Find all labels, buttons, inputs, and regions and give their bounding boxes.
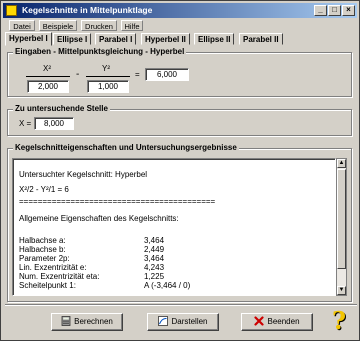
result-value: 3,464 [144,254,165,263]
stelle-group-title: Zu untersuchende Stelle [13,104,110,114]
minimize-button[interactable]: _ [314,5,327,16]
help-icon[interactable]: ? [332,306,346,335]
result-label: Lin. Exzentrizität e: [19,263,87,272]
equals-sign: = [135,70,140,79]
result-kegelschnitt: Untersuchter Kegelschnitt: Hyperbel [19,170,148,179]
berechnen-button[interactable]: Berechnen [51,313,123,331]
result-separator: ========================================… [19,197,216,206]
denominator-x-field[interactable]: 2,000 [27,80,69,93]
calculator-icon [61,316,71,326]
menu-hilfe[interactable]: Hilfe [121,20,143,31]
tab-hyperbel-1[interactable]: Hyperbel I [5,32,52,46]
result-label: Parameter 2p: [19,254,70,263]
tab-parabel-2[interactable]: Parabel II [239,33,283,45]
result-value: A (-3,464 / 0) [144,281,191,290]
scroll-down-icon[interactable]: ▼ [337,286,346,295]
result-section-title: Allgemeine Eigenschaften des Kegelschnit… [19,214,179,223]
result-equation: X²/2 - Y²/1 = 6 [19,185,69,194]
input-group: Eingaben - Mittelpunktsgleichung - Hyper… [7,47,352,97]
result-label: Scheitelpunkt 1: [19,281,76,290]
scroll-up-icon[interactable]: ▲ [337,159,346,168]
fraction-line-x [26,76,70,77]
berechnen-label: Berechnen [74,317,113,326]
input-group-title: Eingaben - Mittelpunktsgleichung - Hyper… [13,47,187,57]
result-label: Num. Exzentrizität eta: [19,272,100,281]
rhs-field[interactable]: 6,000 [145,68,189,81]
x-equals-label: X = [19,119,32,128]
app-icon [6,5,17,16]
menu-datei[interactable]: Datei [9,20,35,31]
tab-hyperbel-2[interactable]: Hyperbel II [141,33,190,45]
window-title: Kegelschnitte in Mittelpunktlage [22,5,153,15]
y-squared-label: Y² [102,64,110,73]
main-window: Kegelschnitte in Mittelpunktlage _ □ × D… [0,0,360,341]
result-label: Halbachse b: [19,245,66,254]
menu-beispiele[interactable]: Beispiele [39,20,77,31]
x-squared-label: X² [43,64,51,73]
result-value: 2,449 [144,245,165,254]
tab-strip: Hyperbel I Ellipse I Parabel I Hyperbel … [3,32,357,46]
close-x-icon [254,316,265,326]
darstellen-button[interactable]: Darstellen [147,313,219,331]
plot-icon [158,316,169,326]
result-value: 1,225 [144,272,165,281]
maximize-button[interactable]: □ [328,5,341,16]
button-bar: Berechnen Darstellen Beenden [5,304,357,339]
beenden-button[interactable]: Beenden [241,313,313,331]
stelle-group: Zu untersuchende Stelle X = 8,000 [7,104,352,136]
tab-ellipse-2[interactable]: Ellipse II [194,33,235,45]
denominator-y-field[interactable]: 1,000 [87,80,129,93]
result-label: Halbachse a: [19,236,66,245]
result-value: 4,243 [144,263,165,272]
close-button[interactable]: × [342,5,355,16]
beenden-label: Beenden [267,317,300,326]
tab-ellipse-1[interactable]: Ellipse I [53,33,92,45]
results-textarea[interactable]: Untersuchter Kegelschnitt: Hyperbel X²/2… [12,158,336,296]
results-scrollbar[interactable]: ▲ ▼ [336,158,347,296]
x-value-field[interactable]: 8,000 [34,117,74,130]
tab-parabel-1[interactable]: Parabel I [95,33,137,45]
fraction-line-y [86,76,130,77]
menu-drucken[interactable]: Drucken [81,20,117,31]
menu-bar: Datei Beispiele Drucken Hilfe [3,19,357,32]
result-value: 3,464 [144,236,165,245]
minus-sign: - [76,69,80,80]
title-bar[interactable]: Kegelschnitte in Mittelpunktlage _ □ × [3,3,357,18]
scroll-thumb[interactable] [337,169,346,269]
darstellen-label: Darstellen [171,317,208,326]
results-group-title: Kegelschnitteigenschaften und Untersuchu… [13,143,239,153]
